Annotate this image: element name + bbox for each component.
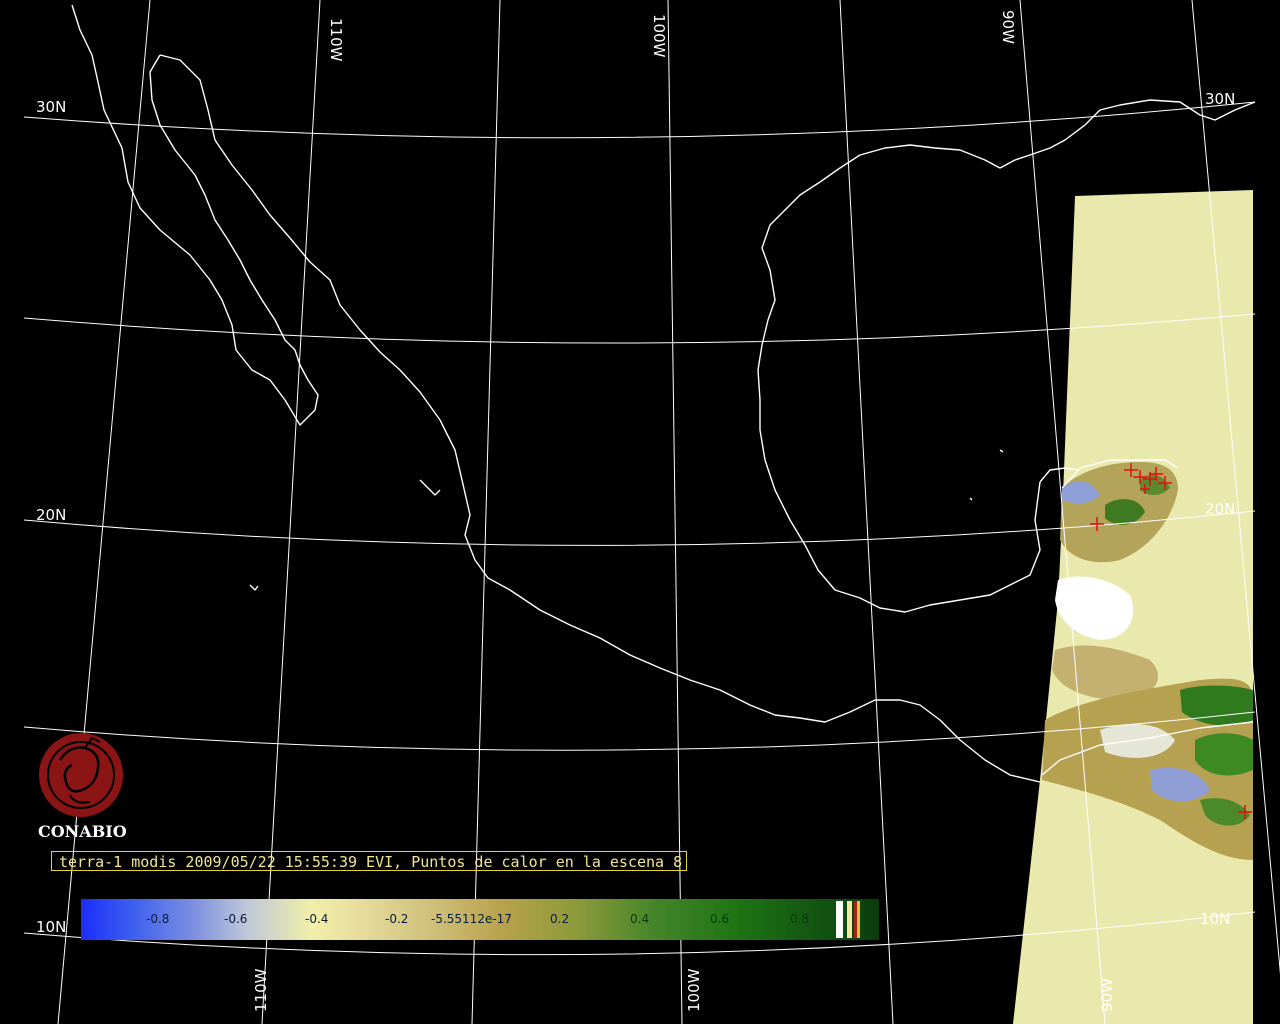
colorbar-tick-label: -0.8: [146, 912, 170, 926]
colorbar-tick-label: -5.55112e-17: [431, 912, 512, 926]
scene-caption: terra-1 modis 2009/05/22 15:55:39 EVI, P…: [59, 853, 683, 871]
lon-label-100w-top: 100W: [650, 14, 668, 58]
lon-label-110w-bottom: 110W: [252, 968, 270, 1012]
colorbar-tick-label: 0.4: [630, 912, 650, 926]
colorbar-stripe-cream: [847, 901, 852, 938]
colorbar-stripe-white: [836, 901, 843, 938]
colorbar-tick-label: 0.8: [790, 912, 810, 926]
lat-label-20n-left: 20N: [36, 506, 67, 524]
lon-label-100w-bottom: 100W: [685, 968, 703, 1012]
lat-label-30n-left: 30N: [36, 98, 67, 116]
lat-label-30n-right: 30N: [1205, 90, 1236, 108]
colorbar-tick-label: -0.4: [305, 912, 329, 926]
colorbar-tick-label: 0.2: [550, 912, 570, 926]
lon-label-110w-top: 110W: [327, 18, 345, 62]
colorbar-stripe-yellow: [857, 901, 860, 938]
lon-label-90w-top: 90W: [999, 10, 1017, 44]
lon-label-90w-bottom: 90W: [1098, 978, 1116, 1012]
conabio-logo-seal: [39, 733, 123, 817]
colorbar-tick-label: -0.2: [385, 912, 409, 926]
lat-label-10n-left: 10N: [36, 918, 67, 936]
colorbar-tick-label: 0.6: [710, 912, 730, 926]
satellite-swath: [1013, 190, 1253, 1024]
lat-label-10n-right: 10N: [1200, 910, 1231, 928]
lat-label-20n-right: 20N: [1205, 500, 1236, 518]
colorbar-tick-label: -0.6: [224, 912, 248, 926]
conabio-logo-text: CONABIO: [38, 822, 127, 841]
